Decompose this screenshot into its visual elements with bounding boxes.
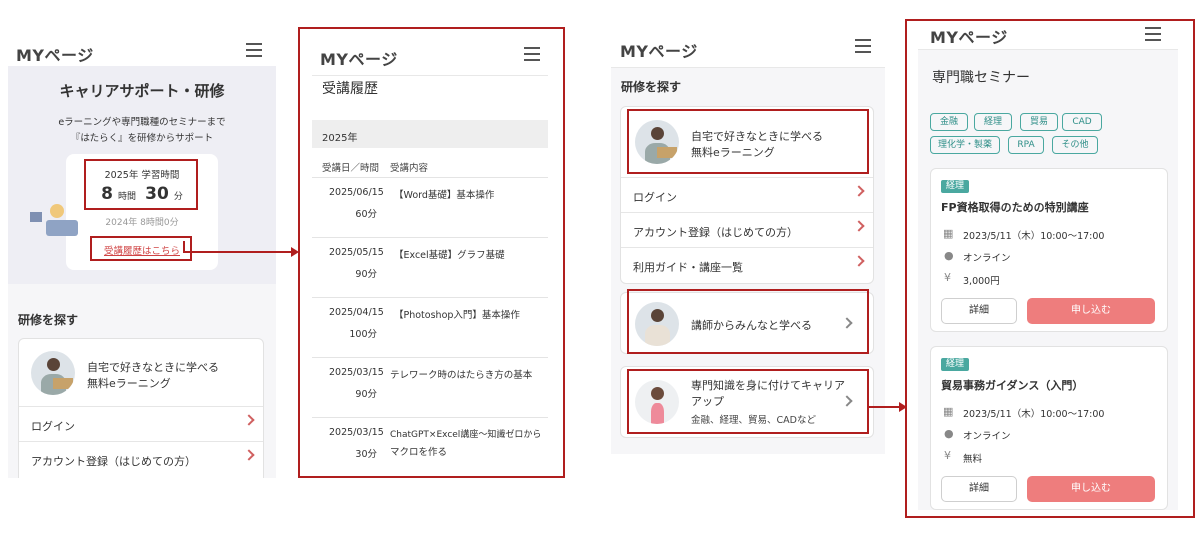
logo[interactable]: MYページ — [16, 42, 94, 66]
register-item[interactable]: アカウント登録（はじめての方） — [19, 441, 263, 476]
highlight-elearning — [627, 109, 869, 174]
highlight-seminar-screen — [905, 19, 1195, 518]
chevron-right-icon — [853, 255, 865, 267]
section-title: 研修を探す — [621, 80, 682, 94]
highlight-study-time — [84, 159, 198, 210]
guide-item[interactable]: 利用ガイド・講座一覧 — [621, 247, 873, 282]
hero-title: キャリアサポート・研修 — [59, 82, 225, 100]
highlight-instructor — [627, 289, 869, 354]
highlight-history-screen — [298, 27, 565, 478]
hamburger-menu-icon[interactable] — [855, 39, 871, 53]
hero-desc: eラーニングや専門職種のセミナーまで — [58, 117, 226, 128]
chevron-right-icon — [853, 185, 865, 197]
elearning-subtitle: 無料eラーニング — [87, 377, 171, 390]
chevron-right-icon — [243, 449, 255, 461]
laptop-icon — [46, 220, 78, 236]
login-item[interactable]: ログイン — [621, 177, 873, 212]
person-icon — [50, 204, 64, 218]
flow-arrow-2-line — [869, 406, 899, 408]
elearning-title: 自宅で好きなときに学べる — [87, 361, 219, 374]
logo[interactable]: MYページ — [620, 38, 698, 62]
screen-mypage-top: MYページ キャリアサポート・研修 eラーニングや専門職種のセミナーまで 『はた… — [8, 30, 276, 478]
chevron-right-icon — [853, 220, 865, 232]
section-title: 研修を探す — [18, 313, 79, 327]
login-label: ログイン — [31, 420, 75, 433]
books-icon — [30, 212, 42, 222]
register-item[interactable]: アカウント登録（はじめての方） — [621, 212, 873, 247]
flow-arrow-1-line — [183, 251, 291, 253]
login-item[interactable]: ログイン — [19, 406, 263, 441]
highlight-career — [627, 369, 869, 434]
register-label: アカウント登録（はじめての方） — [31, 455, 196, 468]
hero-desc-2: 『はたらく』を研修からサポート — [70, 133, 214, 144]
elearning-card[interactable]: 自宅で好きなときに学べる 無料eラーニング ログイン アカウント登録（はじめての… — [18, 338, 264, 478]
elearning-avatar — [31, 351, 75, 395]
hamburger-menu-icon[interactable] — [246, 43, 262, 57]
chevron-right-icon — [243, 414, 255, 426]
register-label: アカウント登録（はじめての方） — [633, 226, 798, 239]
highlight-history-link — [90, 236, 192, 261]
login-label: ログイン — [633, 191, 677, 204]
guide-label: 利用ガイド・講座一覧 — [633, 261, 743, 274]
header: MYページ — [611, 26, 885, 68]
